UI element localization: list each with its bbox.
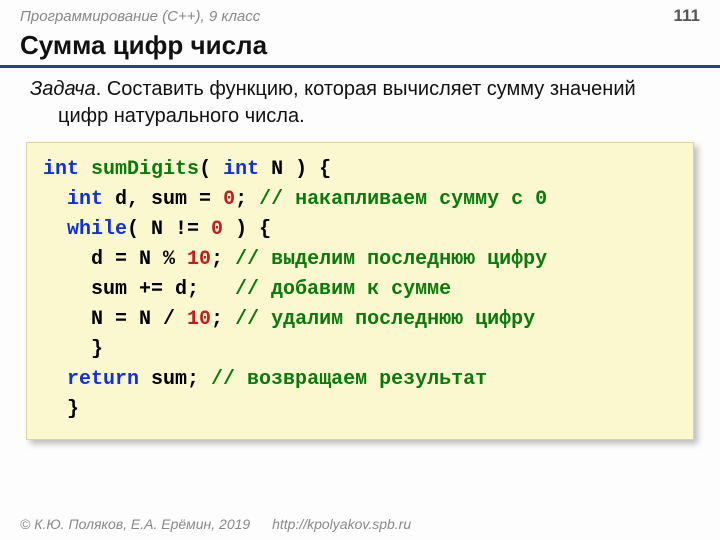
task-statement: Задача. Составить функцию, которая вычис… <box>28 74 720 138</box>
page-number: 111 <box>674 6 701 26</box>
copyright: © К.Ю. Поляков, Е.А. Ерёмин, 2019 <box>20 516 250 532</box>
slide-title: Сумма цифр числа <box>0 28 720 68</box>
task-body: . Составить функцию, которая вычисляет с… <box>58 78 636 127</box>
code-block: int sumDigits( int N ) { int d, sum = 0;… <box>26 142 694 440</box>
slide-footer: © К.Ю. Поляков, Е.А. Ерёмин, 2019 http:/… <box>0 510 720 540</box>
slide-header: Программирование (C++), 9 класс 111 <box>0 0 720 28</box>
task-lead: Задача <box>30 78 96 100</box>
footer-link: http://kpolyakov.spb.ru <box>272 516 411 532</box>
course-name: Программирование (C++), 9 класс <box>20 8 260 25</box>
